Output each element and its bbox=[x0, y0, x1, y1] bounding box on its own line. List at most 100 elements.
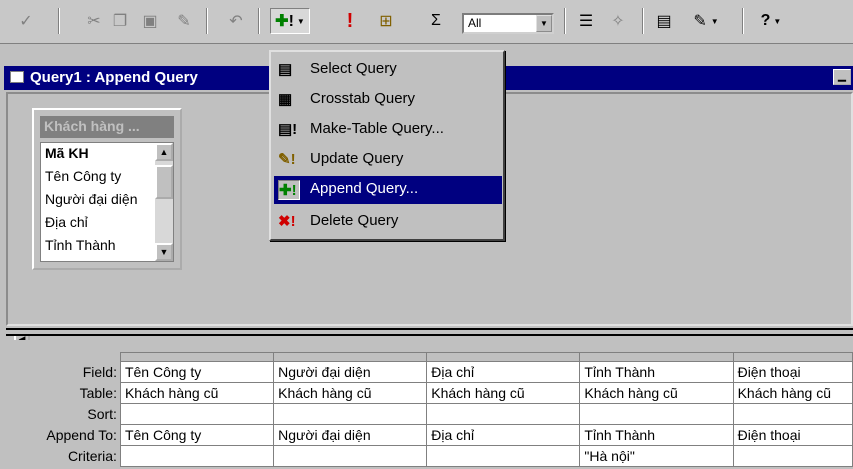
grid-cell[interactable]: Người đại diện bbox=[273, 361, 428, 383]
grid-cell[interactable]: Tên Công ty bbox=[119, 424, 275, 446]
grid-cell[interactable]: Điện thoại bbox=[732, 361, 853, 383]
grid-cell[interactable]: Khách hàng cũ bbox=[119, 382, 275, 404]
query-type-button[interactable]: ✚! ▼ bbox=[270, 8, 310, 34]
build-icon[interactable]: ✧ bbox=[606, 8, 630, 34]
column-selector[interactable] bbox=[119, 352, 275, 362]
grid-cell[interactable]: Khách hàng cũ bbox=[273, 382, 428, 404]
run-icon[interactable]: ! bbox=[338, 8, 362, 34]
column-selector[interactable] bbox=[426, 352, 581, 362]
top-values-value: All bbox=[468, 16, 482, 30]
grid-cell[interactable]: Tỉnh Thành bbox=[579, 361, 734, 383]
grid-cell[interactable] bbox=[426, 403, 581, 425]
scroll-thumb[interactable] bbox=[155, 165, 173, 199]
undo-icon[interactable]: ↶ bbox=[224, 8, 248, 34]
menu-item-update-query[interactable]: ✎! Update Query bbox=[274, 146, 502, 174]
grid-cell[interactable]: Tên Công ty bbox=[119, 361, 275, 383]
new-object-button[interactable]: ✎ ▼ bbox=[688, 8, 724, 34]
menu-item-label: Delete Query bbox=[310, 212, 399, 229]
menu-item-make-table-query[interactable]: ▤! Make-Table Query... bbox=[274, 116, 502, 144]
paste-icon[interactable]: ▣ bbox=[138, 8, 162, 34]
column-selector[interactable] bbox=[273, 352, 428, 362]
scroll-down-icon[interactable]: ▼ bbox=[155, 243, 173, 261]
toolbar: ✓ ✂ ❐ ▣ ✎ ↶ ✚! ▼ ! ⊞ Σ All ▼ ☰ ✧ ▤ ✎ ▼ ? ▼ bbox=[0, 0, 853, 44]
row-label: Table: bbox=[0, 382, 121, 404]
chevron-down-icon[interactable]: ▼ bbox=[536, 15, 552, 32]
grid-cell[interactable]: "Hà nội" bbox=[579, 445, 734, 467]
toolbar-separator bbox=[564, 8, 566, 34]
menu-item-crosstab-query[interactable]: ▦ Crosstab Query bbox=[274, 86, 502, 114]
menu-item-label: Select Query bbox=[310, 60, 397, 77]
field-list-scrollbar[interactable]: ▲ ▼ bbox=[155, 143, 173, 261]
grid-cell[interactable] bbox=[426, 445, 581, 467]
design-grid: Field: Tên Công ty Người đại diện Địa ch… bbox=[0, 352, 853, 467]
help-button[interactable]: ? ▼ bbox=[754, 8, 788, 34]
menu-item-delete-query[interactable]: ✖! Delete Query bbox=[274, 208, 502, 236]
grid-cell[interactable]: Khách hàng cũ bbox=[579, 382, 734, 404]
query-type-menu: ▤ Select Query ▦ Crosstab Query ▤! Make-… bbox=[269, 50, 505, 241]
field-list: Mã KH Tên Công ty Người đại diện Địa chỉ… bbox=[40, 142, 174, 262]
crosstab-query-icon: ▦ bbox=[278, 91, 293, 108]
copy-icon[interactable]: ❐ bbox=[108, 8, 132, 34]
menu-item-select-query[interactable]: ▤ Select Query bbox=[274, 56, 502, 84]
grid-cell[interactable]: Người đại diện bbox=[273, 424, 428, 446]
cut-icon[interactable]: ✂ bbox=[82, 8, 106, 34]
row-label: Sort: bbox=[0, 403, 121, 425]
grid-cell[interactable] bbox=[732, 445, 853, 467]
grid-cell[interactable]: Khách hàng cũ bbox=[732, 382, 853, 404]
chevron-down-icon: ▼ bbox=[710, 16, 719, 26]
new-object-icon: ✎ bbox=[693, 13, 707, 30]
grid-cell[interactable] bbox=[273, 445, 428, 467]
toolbar-separator bbox=[206, 8, 208, 34]
spelling-icon[interactable]: ✓ bbox=[14, 8, 38, 34]
table-field-list[interactable]: Khách hàng ... Mã KH Tên Công ty Người đ… bbox=[32, 108, 182, 270]
grid-cell[interactable]: Điện thoại bbox=[732, 424, 853, 446]
toolbar-separator bbox=[642, 8, 644, 34]
menu-item-append-query[interactable]: ✚! Append Query... bbox=[274, 176, 502, 204]
grid-row-sort: Sort: bbox=[0, 403, 853, 425]
column-selector[interactable] bbox=[579, 352, 734, 362]
grid-cell[interactable] bbox=[119, 445, 275, 467]
grid-cell[interactable] bbox=[273, 403, 428, 425]
row-label: Append To: bbox=[0, 424, 121, 446]
table-field-list-title[interactable]: Khách hàng ... bbox=[40, 116, 174, 138]
field-list-item[interactable]: Người đại diện bbox=[45, 191, 155, 207]
chevron-down-icon: ▼ bbox=[296, 16, 305, 26]
grid-cell[interactable]: Tỉnh Thành bbox=[579, 424, 734, 446]
grid-cell[interactable] bbox=[579, 403, 734, 425]
grid-cell[interactable]: Địa chỉ bbox=[426, 424, 581, 446]
field-list-item[interactable]: Tỉnh Thành bbox=[45, 237, 155, 253]
grid-cell[interactable]: Khách hàng cũ bbox=[426, 382, 581, 404]
menu-item-label: Append Query... bbox=[310, 180, 419, 197]
grid-cell[interactable] bbox=[732, 403, 853, 425]
column-selector[interactable] bbox=[732, 352, 853, 362]
grid-cell[interactable] bbox=[119, 403, 275, 425]
row-label: Field: bbox=[0, 361, 121, 383]
field-list-item[interactable]: Mã KH bbox=[45, 145, 155, 161]
menu-item-label: Update Query bbox=[310, 150, 404, 167]
format-painter-icon[interactable]: ✎ bbox=[172, 8, 196, 34]
top-values-combo[interactable]: All ▼ bbox=[462, 13, 554, 34]
row-label: Criteria: bbox=[0, 445, 121, 467]
show-table-icon[interactable]: ⊞ bbox=[374, 8, 398, 34]
totals-icon[interactable]: Σ bbox=[424, 8, 448, 34]
scroll-up-icon[interactable]: ▲ bbox=[155, 143, 173, 161]
update-query-icon: ✎! bbox=[278, 151, 296, 168]
query-window-icon bbox=[10, 71, 24, 83]
properties-icon[interactable]: ☰ bbox=[574, 8, 598, 34]
column-selector-row bbox=[0, 352, 853, 362]
field-list-item[interactable]: Địa chỉ bbox=[45, 214, 155, 230]
field-list-item[interactable]: Tên Công ty bbox=[45, 168, 155, 184]
make-table-query-icon: ▤! bbox=[278, 121, 298, 138]
grid-row-append-to: Append To: Tên Công ty Người đại diện Đị… bbox=[0, 424, 853, 446]
window-title: Query1 : Append Query bbox=[30, 69, 198, 86]
grid-cell[interactable]: Địa chỉ bbox=[426, 361, 581, 383]
grid-row-criteria: Criteria: "Hà nội" bbox=[0, 445, 853, 467]
chevron-down-icon: ▼ bbox=[773, 16, 782, 26]
grid-row-field: Field: Tên Công ty Người đại diện Địa ch… bbox=[0, 361, 853, 383]
grid-row-table: Table: Khách hàng cũ Khách hàng cũ Khách… bbox=[0, 382, 853, 404]
minimize-button[interactable]: ▁ bbox=[833, 69, 851, 85]
row-header bbox=[0, 352, 121, 362]
pane-splitter[interactable] bbox=[6, 328, 853, 336]
toolbar-separator bbox=[58, 8, 60, 34]
database-window-icon[interactable]: ▤ bbox=[652, 8, 676, 34]
